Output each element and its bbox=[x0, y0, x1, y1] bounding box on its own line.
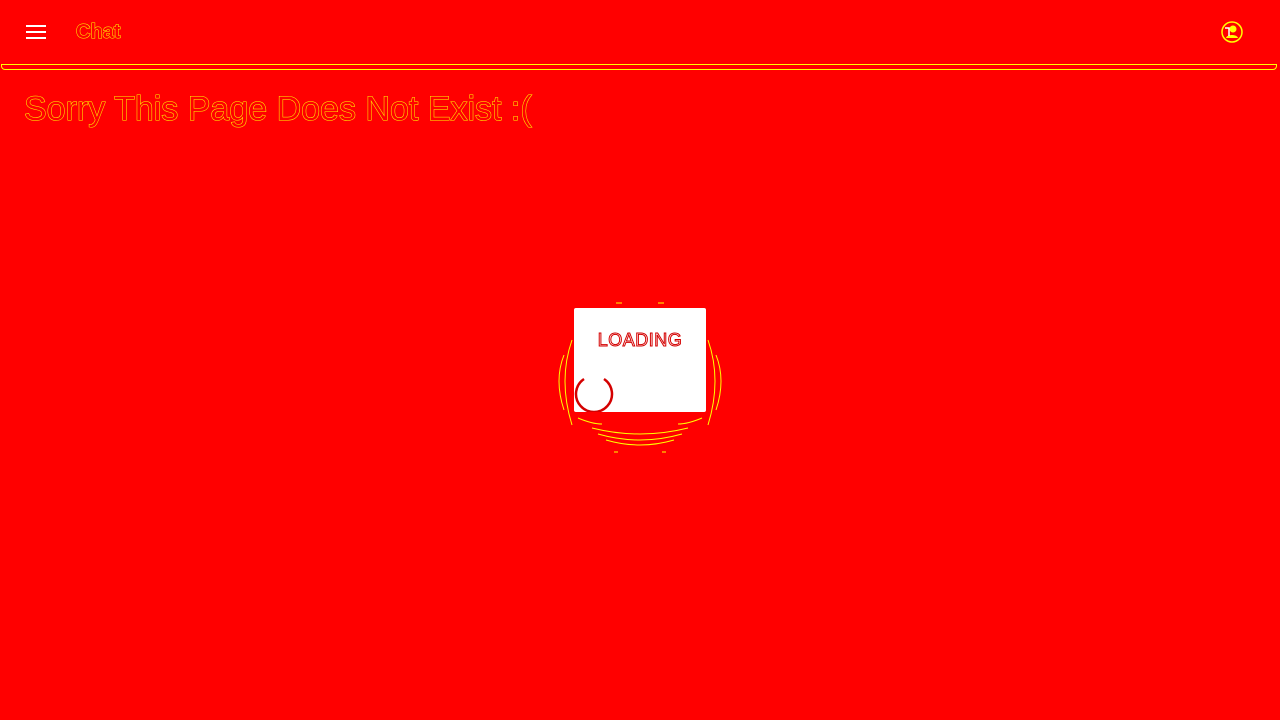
account-icon[interactable] bbox=[1220, 20, 1244, 44]
menu-icon-bar bbox=[26, 25, 46, 27]
page-title: Sorry This Page Does Not Exist :( bbox=[24, 90, 533, 129]
menu-button[interactable] bbox=[20, 16, 52, 48]
app-bar: Chat bbox=[0, 0, 1280, 64]
menu-icon-bar bbox=[26, 31, 46, 33]
menu-icon-bar bbox=[26, 37, 46, 39]
loading-overlay: LOADING bbox=[552, 300, 728, 458]
loading-label: LOADING bbox=[597, 330, 683, 351]
app-bar-divider bbox=[1, 64, 1277, 70]
spinner-icon bbox=[574, 377, 614, 412]
app-title: Chat bbox=[75, 21, 121, 44]
